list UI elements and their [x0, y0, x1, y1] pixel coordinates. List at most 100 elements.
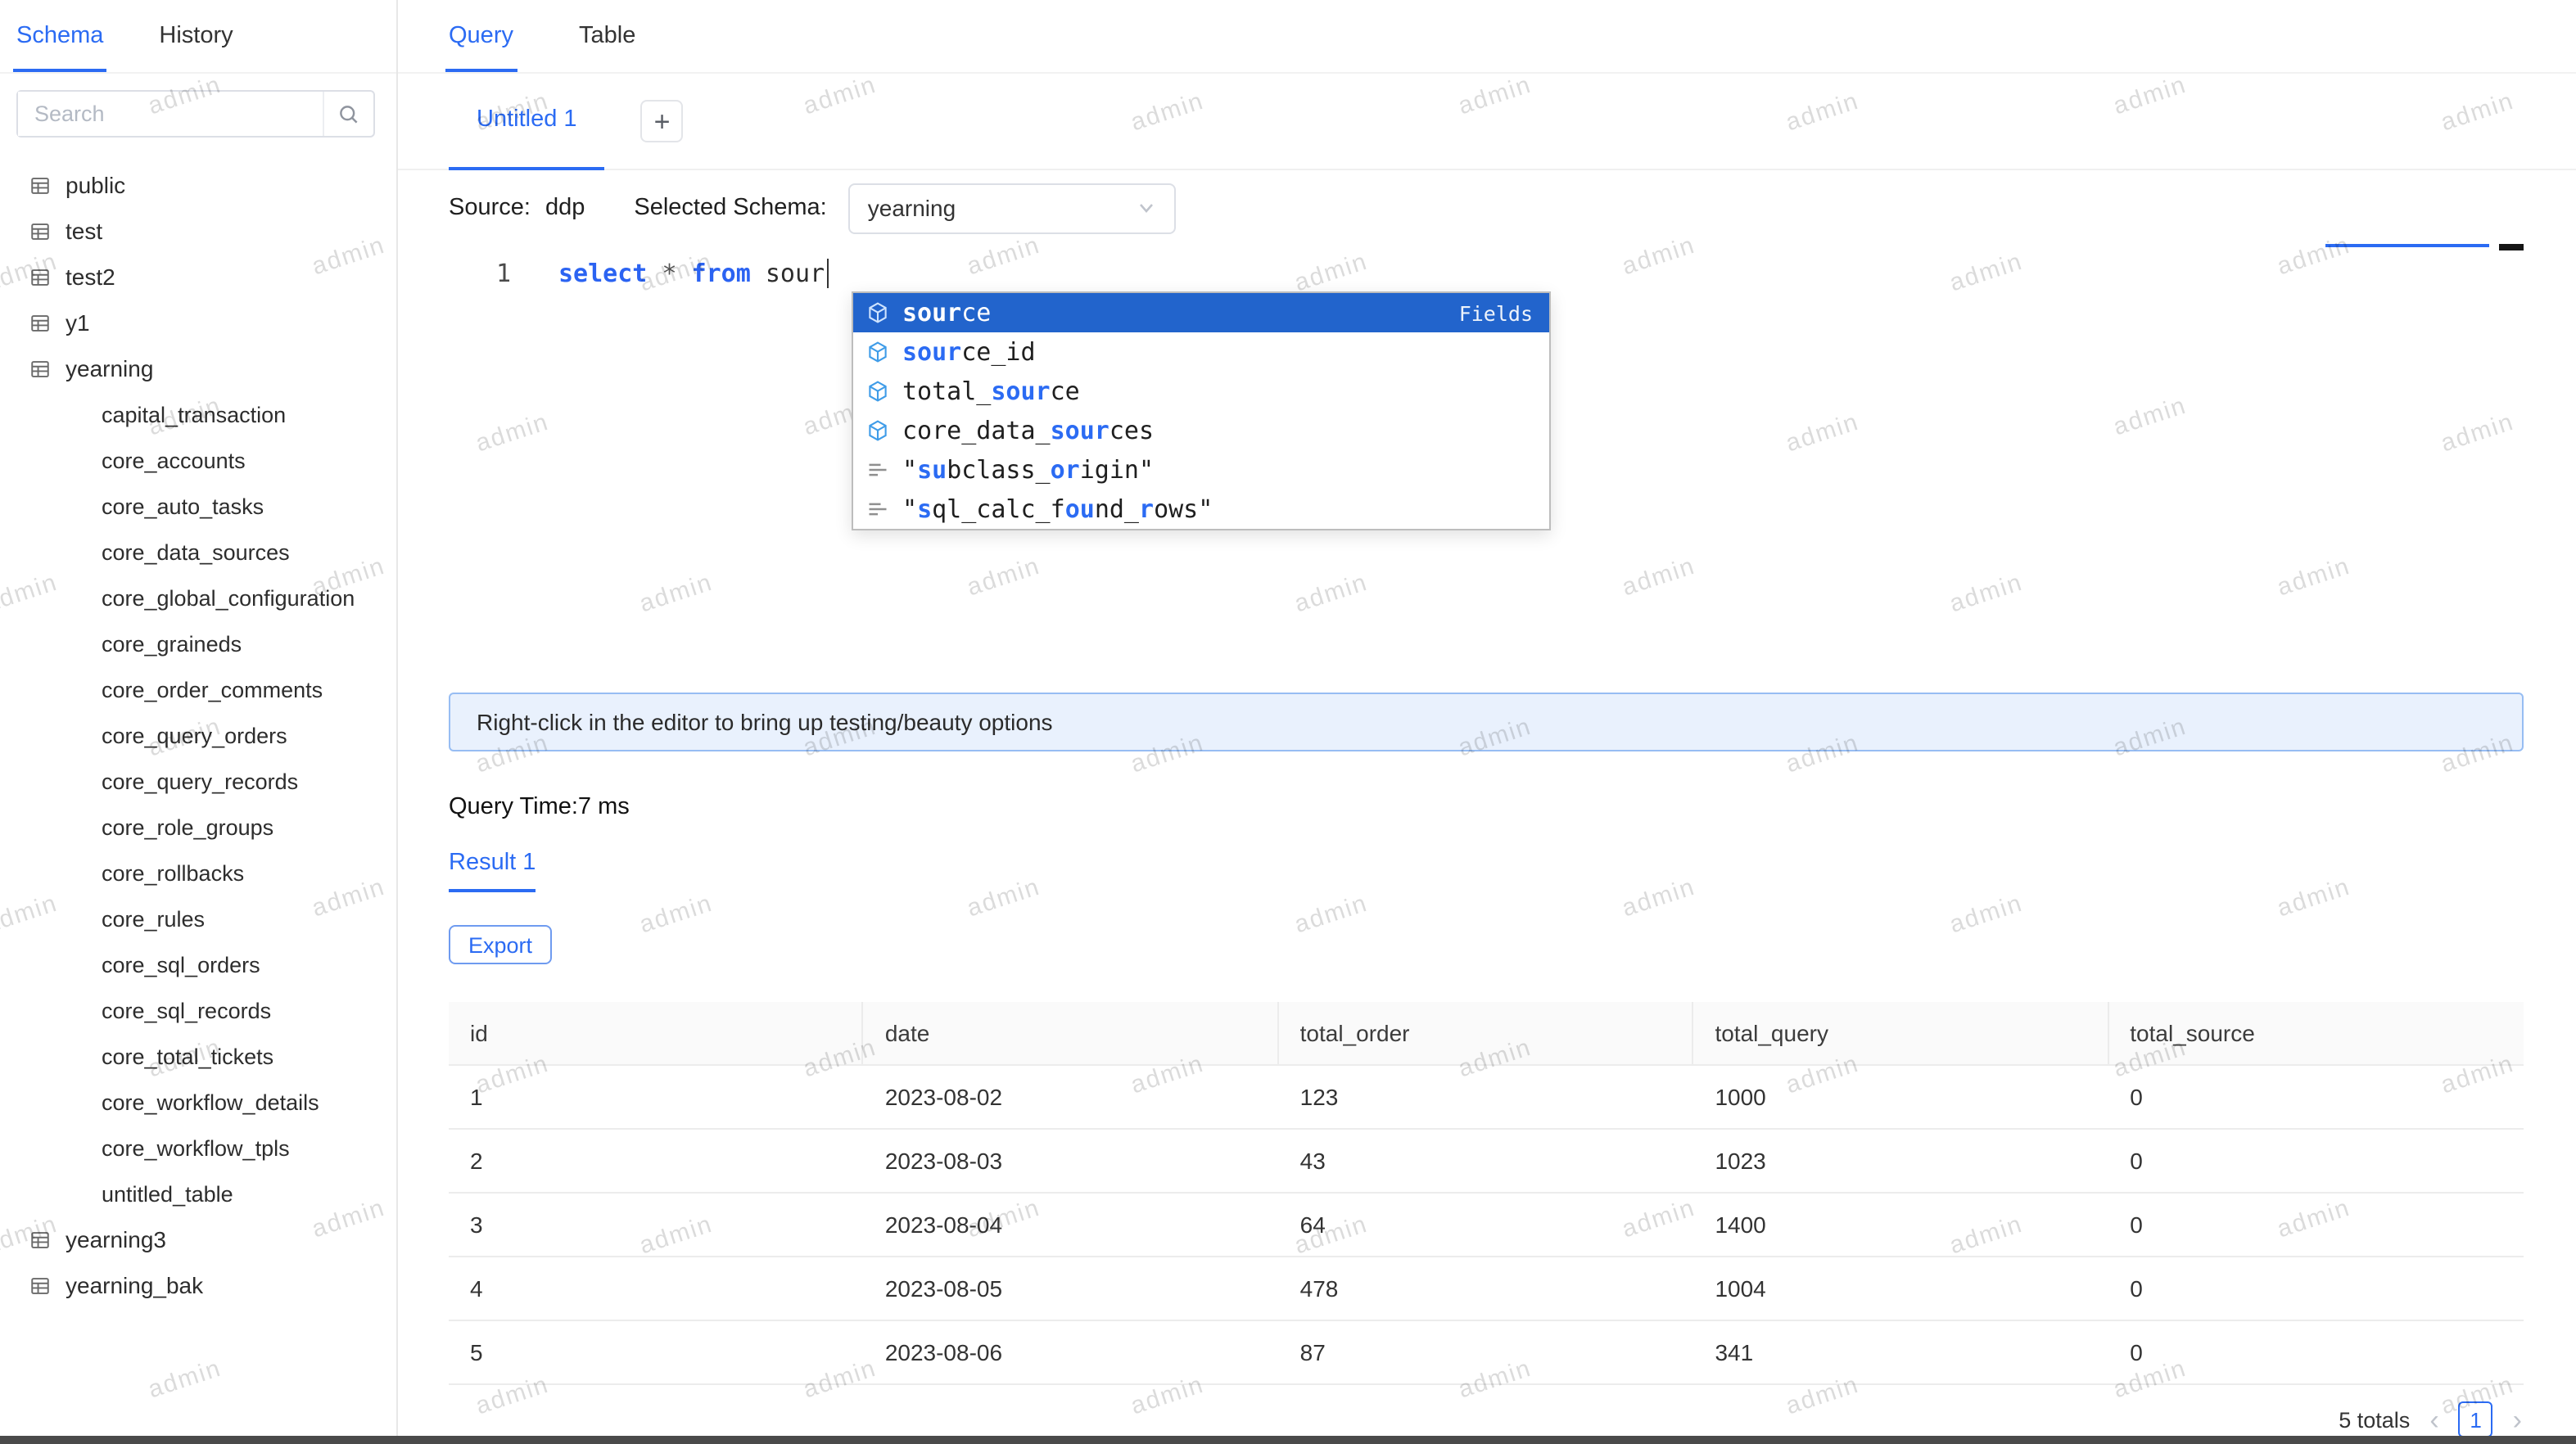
table-list: capital_transaction core_accounts core_a…	[0, 391, 396, 1216]
database-icon	[29, 266, 51, 287]
next-page-icon[interactable]: ›	[2513, 1406, 2522, 1433]
table-label: core_workflow_tpls	[102, 1135, 290, 1160]
cell-total-query: 1023	[1715, 1148, 1766, 1174]
table-item[interactable]: core_accounts	[0, 437, 396, 483]
column-header: total_order	[1279, 1002, 1695, 1064]
cell-id: 4	[470, 1275, 483, 1302]
suggestion-label: source	[902, 298, 992, 327]
cell-total-source: 0	[2130, 1275, 2143, 1302]
search-input[interactable]	[18, 92, 323, 136]
tab-history[interactable]: History	[159, 0, 233, 72]
table-item[interactable]: core_sql_records	[0, 987, 396, 1033]
tab-query[interactable]: Query	[445, 0, 516, 72]
field-icon	[866, 301, 891, 324]
table-item[interactable]: core_graineds	[0, 620, 396, 666]
add-tab-button[interactable]: +	[640, 100, 684, 142]
table-item[interactable]: untitled_table	[0, 1171, 396, 1216]
table-label: core_query_orders	[102, 723, 287, 747]
database-item[interactable]: yearning_bak	[0, 1262, 396, 1308]
table-item[interactable]: core_rules	[0, 896, 396, 941]
table-row[interactable]: 3 2023-08-04 64 1400 0	[449, 1194, 2524, 1257]
table-item[interactable]: core_rollbacks	[0, 850, 396, 896]
main-panel: Query Table Untitled 1 + Source: ddp Sel…	[398, 0, 2576, 1444]
table-item[interactable]: core_sql_orders	[0, 941, 396, 987]
source-bar: Source: ddp Selected Schema: yearning	[398, 170, 2576, 246]
cell-id: 5	[470, 1339, 483, 1365]
database-list-bottom: yearning3 yearning_bak	[0, 1216, 396, 1308]
database-item-expanded[interactable]: yearning	[0, 345, 396, 391]
page-number-1[interactable]: 1	[2458, 1401, 2493, 1437]
table-label: core_sql_records	[102, 998, 272, 1022]
tab-result-1[interactable]: Result 1	[449, 850, 536, 892]
suggestion-item-source[interactable]: source Fields	[853, 293, 1549, 332]
schema-tree: public test test2 y1 yearning capital_tr…	[0, 151, 396, 1308]
column-header: id	[449, 1002, 865, 1064]
table-item[interactable]: core_auto_tasks	[0, 483, 396, 529]
editor-tabbar: Untitled 1 +	[398, 74, 2576, 170]
database-item[interactable]: test2	[0, 254, 396, 300]
table-row[interactable]: 5 2023-08-06 87 341 0	[449, 1321, 2524, 1385]
field-icon	[866, 341, 891, 363]
database-item[interactable]: public	[0, 162, 396, 208]
cell-total-order: 87	[1299, 1339, 1326, 1365]
table-label: core_sql_orders	[102, 952, 260, 977]
table-item[interactable]: core_query_orders	[0, 712, 396, 758]
database-item[interactable]: yearning3	[0, 1216, 396, 1262]
prev-page-icon[interactable]: ‹	[2429, 1406, 2438, 1433]
table-item[interactable]: core_role_groups	[0, 804, 396, 850]
code-text: select * from sour	[558, 259, 825, 288]
suggestion-item-core-data-sources[interactable]: core_data_sources	[853, 411, 1549, 450]
cell-total-query: 1004	[1715, 1275, 1766, 1302]
cell-total-query: 1400	[1715, 1212, 1766, 1238]
export-button[interactable]: Export	[449, 925, 553, 964]
cell-date: 2023-08-06	[884, 1339, 1003, 1365]
database-item[interactable]: y1	[0, 300, 396, 345]
database-icon	[29, 1275, 51, 1296]
cell-total-order: 43	[1299, 1148, 1326, 1174]
database-label: yearning	[66, 355, 154, 381]
table-row[interactable]: 4 2023-08-05 478 1004 0	[449, 1257, 2524, 1321]
sidebar: Schema History public test	[0, 0, 398, 1444]
cell-total-source: 0	[2130, 1148, 2143, 1174]
table-label: core_workflow_details	[102, 1090, 319, 1114]
search-icon[interactable]	[323, 92, 373, 136]
database-item[interactable]: test	[0, 208, 396, 254]
suggestion-label: source_id	[902, 337, 1036, 367]
table-label: core_auto_tasks	[102, 494, 264, 518]
field-icon	[866, 419, 891, 442]
table-item[interactable]: core_global_configuration	[0, 575, 396, 620]
main-tabs: Query Table	[398, 0, 2576, 74]
tab-table[interactable]: Table	[579, 0, 635, 72]
cell-id: 2	[470, 1148, 483, 1174]
table-label: core_accounts	[102, 448, 246, 472]
suggestion-item-total-source[interactable]: total_source	[853, 372, 1549, 411]
cell-total-source: 0	[2130, 1212, 2143, 1238]
column-header: total_source	[2130, 1020, 2255, 1046]
table-item[interactable]: core_order_comments	[0, 666, 396, 712]
tab-schema[interactable]: Schema	[12, 0, 107, 72]
table-row[interactable]: 2 2023-08-03 43 1023 0	[449, 1130, 2524, 1194]
schema-select[interactable]: yearning	[847, 183, 1176, 233]
table-item[interactable]: core_workflow_tpls	[0, 1125, 396, 1171]
editor-tab-untitled-1[interactable]: Untitled 1	[449, 73, 605, 169]
suggestion-item-sql-calc-found-rows[interactable]: "sql_calc_found_rows"	[853, 490, 1549, 529]
table-label: core_order_comments	[102, 677, 323, 702]
suggestion-item-subclass-origin[interactable]: "subclass_origin"	[853, 450, 1549, 490]
cell-id: 3	[470, 1212, 483, 1238]
table-body: 1 2023-08-02 123 1000 0 2 2023-08-03 43 …	[449, 1066, 2524, 1385]
table-item[interactable]: core_data_sources	[0, 529, 396, 575]
cell-date: 2023-08-02	[884, 1084, 1003, 1110]
table-item[interactable]: core_workflow_details	[0, 1079, 396, 1125]
suggestion-item-source-id[interactable]: source_id	[853, 332, 1549, 372]
table-row[interactable]: 1 2023-08-02 123 1000 0	[449, 1066, 2524, 1130]
cell-date: 2023-08-04	[884, 1212, 1003, 1238]
table-item[interactable]: core_total_tickets	[0, 1033, 396, 1079]
code-line-1: 1 select * from sour	[449, 255, 2576, 291]
table-item[interactable]: capital_transaction	[0, 391, 396, 437]
field-icon	[866, 380, 891, 403]
database-label: test2	[66, 264, 115, 290]
pagination: 5 totals ‹ 1 ›	[398, 1401, 2522, 1437]
alert-text: Right-click in the editor to bring up te…	[477, 709, 1053, 735]
table-item[interactable]: core_query_records	[0, 758, 396, 804]
sidebar-tabs: Schema History	[0, 0, 396, 74]
